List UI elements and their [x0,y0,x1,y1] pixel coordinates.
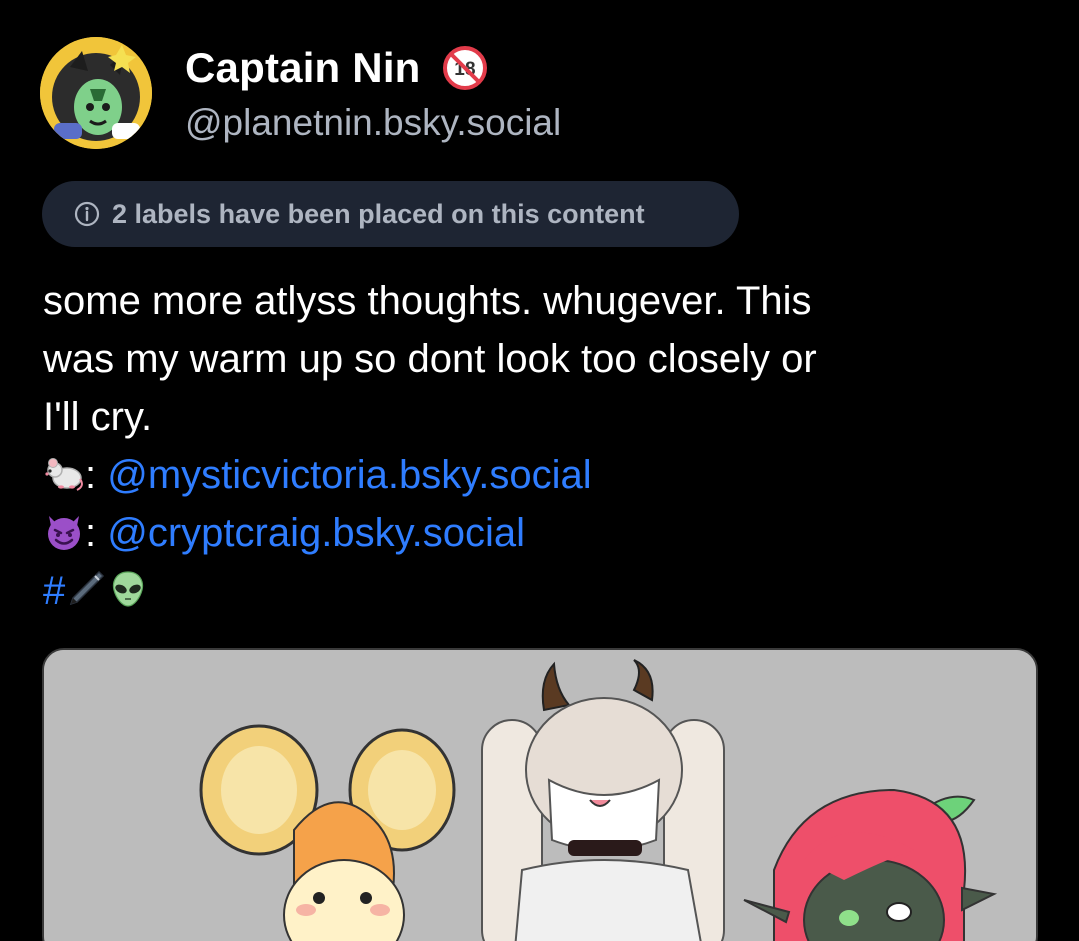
author-handle[interactable]: @planetnin.bsky.social [185,100,561,146]
author-avatar[interactable] [40,37,152,149]
credit-separator: : [85,511,97,555]
author-display-name[interactable]: Captain Nin 18 [185,42,488,94]
hashtag-link[interactable]: # [43,569,149,613]
author-display-name-text: Captain Nin [185,44,421,91]
hashtag-prefix: # [43,569,66,613]
character-artwork-image [44,650,1036,941]
avatar-image [40,37,152,149]
credit-line: : @mysticvictoria.bsky.social [43,446,1043,504]
post-text-line: I'll cry. [43,395,153,439]
info-icon [74,201,100,227]
content-labels-text: 2 labels have been placed on this conten… [112,198,645,229]
content-labels-button[interactable]: 2 labels have been placed on this conten… [42,181,739,247]
credit-separator: : [85,453,97,497]
mention-link[interactable]: @mysticvictoria.bsky.social [107,453,591,497]
mention-link[interactable]: @cryptcraig.bsky.social [107,511,525,555]
post-text-line: was my warm up so dont look too closely … [43,337,817,381]
smiling-devil-emoji [48,516,80,550]
post-text: some more atlyss thoughts. whugever. Thi… [43,272,1043,620]
post-media[interactable] [42,648,1038,941]
mouse-emoji [45,458,83,491]
pen-emoji [70,570,105,606]
credit-line: : @cryptcraig.bsky.social [43,504,1043,562]
post-text-line: some more atlyss thoughts. whugever. Thi… [43,279,812,323]
adult-content-18-icon: 18 [443,45,488,90]
hashtag-line: # [43,562,1043,620]
alien-emoji [113,571,144,607]
